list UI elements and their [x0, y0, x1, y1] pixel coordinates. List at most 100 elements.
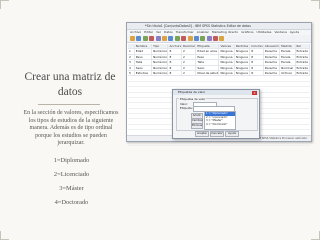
toolbar-icon[interactable]: [149, 36, 155, 41]
toolbar-icon[interactable]: [200, 36, 206, 41]
menu-item[interactable]: Ver: [156, 30, 161, 35]
grid-cell[interactable]: 8: [168, 54, 182, 60]
grid-cell[interactable]: 8: [168, 65, 182, 70]
grid-cell[interactable]: 2: [182, 65, 197, 70]
grid-cell[interactable]: Ninguna: [235, 60, 251, 65]
window-title: *Sin título1 [ConjuntoDatos0] - IBM SPSS…: [127, 23, 311, 30]
grid-cell[interactable]: Escala: [280, 54, 296, 60]
grid-cell[interactable]: Numérico: [152, 60, 169, 65]
grid-cell[interactable]: 2: [182, 49, 197, 54]
grid-cell[interactable]: 8: [250, 65, 264, 70]
label-label: Etiqueta:: [180, 106, 193, 110]
toolbar-icon[interactable]: [187, 36, 193, 41]
grid-cell[interactable]: Numérico: [152, 49, 169, 54]
grid-cell[interactable]: Escala: [280, 60, 296, 65]
toolbar-icon[interactable]: [213, 36, 219, 41]
grid-cell[interactable]: Peso: [135, 54, 153, 60]
grid-cell[interactable]: 8: [250, 60, 264, 65]
close-icon[interactable]: ✕: [252, 90, 257, 95]
toolbar-icon[interactable]: [136, 36, 142, 41]
grid-cell[interactable]: Ninguna: [219, 54, 235, 60]
menu-item[interactable]: Archivo: [130, 30, 141, 35]
grid-cell[interactable]: Edad en años: [196, 49, 220, 54]
grid-cell[interactable]: Talla: [196, 60, 220, 65]
menu-item[interactable]: Gráficos: [241, 30, 253, 35]
grid-cell[interactable]: Peso: [196, 54, 220, 60]
grid-cell[interactable]: 8: [250, 54, 264, 60]
grid-cell[interactable]: Ninguna: [219, 70, 235, 76]
grid-cell[interactable]: Estudios: [135, 70, 153, 76]
menu-item[interactable]: Marketing directo: [212, 30, 238, 35]
menu-item[interactable]: Editar: [144, 30, 153, 35]
grid-cell[interactable]: 3: [128, 60, 135, 65]
grid-cell[interactable]: 2: [182, 70, 197, 76]
ok-button[interactable]: Aceptar: [195, 131, 209, 137]
column-header: Decimales: [182, 44, 197, 49]
grid-cell[interactable]: Derecha: [264, 60, 281, 65]
menu-item[interactable]: Datos: [164, 30, 173, 35]
grid-cell[interactable]: Entrada: [296, 70, 310, 76]
slide-title-line1: Crear una matriz de: [24, 71, 116, 83]
grid-cell[interactable]: Nominal: [280, 65, 296, 70]
grid-cell[interactable]: Entrada: [296, 49, 310, 54]
menu-item[interactable]: Analizar: [197, 30, 209, 35]
grid-cell[interactable]: Derecha: [264, 65, 281, 70]
help-button[interactable]: Ayuda: [225, 131, 239, 137]
toolbar-icon[interactable]: [130, 36, 135, 41]
toolbar-icon[interactable]: [219, 36, 225, 41]
toolbar-icon[interactable]: [193, 36, 199, 41]
empty-row[interactable]: [128, 141, 310, 147]
toolbar-icon[interactable]: [174, 36, 180, 41]
list-item[interactable]: 4 = "Doctorado": [205, 123, 235, 127]
grid-cell[interactable]: 2: [182, 54, 197, 60]
grid-cell[interactable]: 5: [128, 70, 135, 76]
grid-cell[interactable]: 8: [168, 60, 182, 65]
grid-cell[interactable]: Escala: [280, 49, 296, 54]
grid-cell[interactable]: Ninguna: [219, 49, 235, 54]
menu-item[interactable]: Ventana: [274, 30, 286, 35]
level-list: 1=Diplomado 2=Licenciado 3=Máster 4=Doct…: [44, 154, 99, 210]
grid-cell[interactable]: Entrada: [296, 65, 310, 70]
grid-cell[interactable]: Nivel de estudios: [196, 70, 220, 76]
grid-cell[interactable]: Numérico: [152, 65, 169, 70]
grid-cell[interactable]: 8: [250, 49, 264, 54]
grid-cell[interactable]: 8: [168, 70, 182, 76]
grid-cell[interactable]: Ninguna: [235, 49, 251, 54]
grid-cell[interactable]: Ninguna: [219, 65, 235, 70]
grid-cell[interactable]: Derecha: [264, 54, 281, 60]
grid-cell[interactable]: 2: [182, 60, 197, 65]
grid-cell[interactable]: Entrada: [296, 54, 310, 60]
remove-button[interactable]: Eliminar: [191, 123, 203, 129]
value-labels-list[interactable]: 1 = "Diplomado" 2 = "Licenciado" 3 = "Má…: [204, 111, 236, 130]
grid-cell[interactable]: Derecha: [264, 70, 281, 76]
grid-cell[interactable]: Talla: [135, 60, 153, 65]
menu-item[interactable]: Ayuda: [290, 30, 299, 35]
dialog-title: Etiquetas de valor: [173, 90, 259, 95]
menu-item[interactable]: Transformar: [176, 30, 194, 35]
grid-cell[interactable]: 1: [128, 49, 135, 54]
menu-item[interactable]: Utilidades: [257, 30, 272, 35]
grid-cell[interactable]: Numérico: [152, 54, 169, 60]
toolbar-icon[interactable]: [181, 36, 187, 41]
grid-cell[interactable]: 4: [128, 65, 135, 70]
grid-cell[interactable]: 8: [168, 49, 182, 54]
grid-cell[interactable]: Edad: [135, 49, 153, 54]
grid-cell[interactable]: Ninguna: [219, 60, 235, 65]
toolbar-icon[interactable]: [142, 36, 148, 41]
grid-cell[interactable]: Entrada: [296, 60, 310, 65]
grid-cell[interactable]: Ninguna: [235, 65, 251, 70]
grid-cell[interactable]: Ninguna: [235, 70, 251, 76]
grid-cell[interactable]: Ninguna: [235, 54, 251, 60]
cancel-button[interactable]: Cancelar: [210, 131, 224, 137]
grid-cell[interactable]: Numérico: [152, 70, 169, 76]
grid-cell[interactable]: Sexo: [196, 65, 220, 70]
toolbar-icon[interactable]: [161, 36, 167, 41]
toolbar-icon[interactable]: [155, 36, 161, 41]
grid-cell[interactable]: Derecha: [264, 49, 281, 54]
toolbar-icon[interactable]: [206, 36, 212, 41]
grid-cell[interactable]: Ordinal: [280, 70, 296, 76]
grid-cell[interactable]: Sexo: [135, 65, 153, 70]
grid-cell[interactable]: 2: [128, 54, 135, 60]
toolbar-icon[interactable]: [168, 36, 174, 41]
grid-cell[interactable]: 8: [250, 70, 264, 76]
